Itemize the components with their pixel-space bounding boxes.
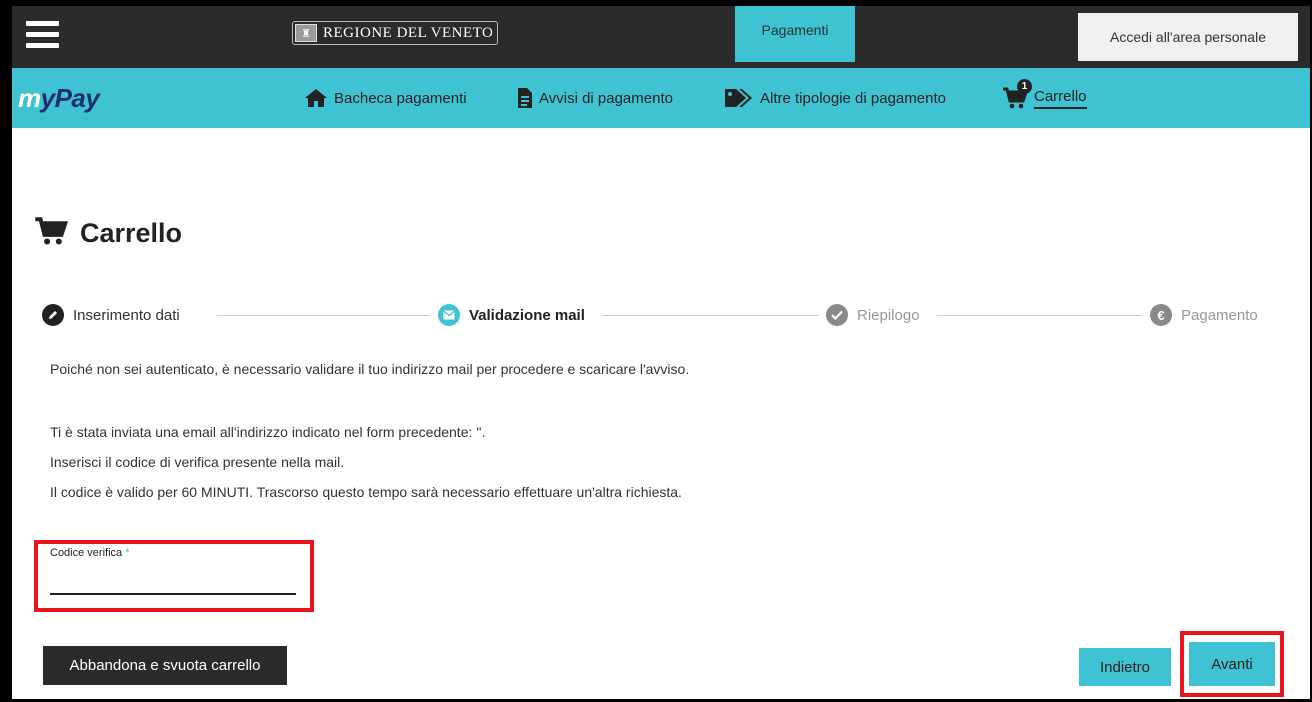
page-title: Carrello bbox=[34, 216, 182, 251]
code-field-label-text: Codice verifica bbox=[50, 547, 123, 559]
abandon-cart-button[interactable]: Abbandona e svuota carrello bbox=[43, 646, 287, 685]
nav-item-avvisi[interactable]: Avvisi di pagamento bbox=[517, 68, 673, 128]
cart-count-badge: 1 bbox=[1017, 79, 1032, 94]
nav-item-carrello[interactable]: 1 Carrello bbox=[1002, 68, 1087, 128]
verification-code-input[interactable] bbox=[50, 561, 296, 595]
tags-icon bbox=[724, 87, 754, 109]
required-mark: * bbox=[125, 547, 130, 559]
nav-label-bacheca: Bacheca pagamenti bbox=[334, 89, 467, 107]
page-title-text: Carrello bbox=[80, 218, 183, 248]
nav-item-bacheca[interactable]: Bacheca pagamenti bbox=[304, 68, 467, 128]
mypay-logo[interactable]: myPay bbox=[18, 83, 100, 114]
step-inserimento-dati: Inserimento dati bbox=[42, 303, 188, 327]
info-line-3: Il codice è valido per 60 MINUTI. Trasco… bbox=[50, 484, 682, 500]
step-label: Pagamento bbox=[1181, 306, 1258, 324]
menu-icon[interactable] bbox=[26, 21, 59, 49]
info-line-1: Ti è stata inviata una email all'indiriz… bbox=[50, 424, 486, 440]
euro-icon: € bbox=[1150, 304, 1172, 326]
info-line-2: Inserisci il codice di verifica presente… bbox=[50, 454, 345, 470]
step-connector bbox=[937, 315, 1167, 316]
region-logo[interactable]: ♜ REGIONE DEL VENETO bbox=[292, 21, 499, 45]
step-label: Validazione mail bbox=[469, 306, 585, 324]
next-button[interactable]: Avanti bbox=[1189, 642, 1275, 686]
crest-icon: ♜ bbox=[295, 24, 317, 42]
step-connector bbox=[217, 315, 447, 316]
app-frame: ♜ REGIONE DEL VENETO Pagamenti Accedi al… bbox=[12, 6, 1310, 699]
code-field-label: Codice verifica * bbox=[50, 547, 129, 559]
tab-pagamenti[interactable]: Pagamenti bbox=[735, 6, 855, 62]
top-bar: ♜ REGIONE DEL VENETO Pagamenti Accedi al… bbox=[12, 6, 1310, 68]
step-label: Riepilogo bbox=[857, 306, 920, 324]
back-button[interactable]: Indietro bbox=[1079, 648, 1171, 686]
step-validazione-mail: Validazione mail bbox=[430, 303, 593, 327]
pencil-icon bbox=[42, 304, 64, 326]
step-riepilogo: Riepilogo bbox=[818, 303, 928, 327]
region-logo-text: REGIONE DEL VENETO bbox=[323, 24, 494, 41]
step-pagamento: € Pagamento bbox=[1142, 303, 1266, 327]
step-connector bbox=[602, 315, 842, 316]
nav-label-avvisi: Avvisi di pagamento bbox=[539, 89, 673, 107]
main-nav: myPay Bacheca pagamenti Avvisi di pagame… bbox=[12, 68, 1310, 128]
nav-label-carrello: Carrello bbox=[1034, 88, 1087, 109]
check-icon bbox=[826, 304, 848, 326]
cart-icon: 1 bbox=[1002, 79, 1032, 109]
step-label: Inserimento dati bbox=[73, 306, 180, 324]
nav-item-altre[interactable]: Altre tipologie di pagamento bbox=[724, 68, 946, 128]
envelope-icon bbox=[438, 304, 460, 326]
document-icon bbox=[517, 87, 533, 109]
cart-icon bbox=[34, 216, 69, 251]
home-icon bbox=[304, 88, 328, 108]
stepper: Inserimento dati Validazione mail Riepil… bbox=[42, 303, 1272, 331]
nav-label-altre: Altre tipologie di pagamento bbox=[760, 89, 946, 107]
login-button[interactable]: Accedi all'area personale bbox=[1078, 13, 1298, 61]
intro-text: Poiché non sei autenticato, è necessario… bbox=[50, 361, 690, 377]
